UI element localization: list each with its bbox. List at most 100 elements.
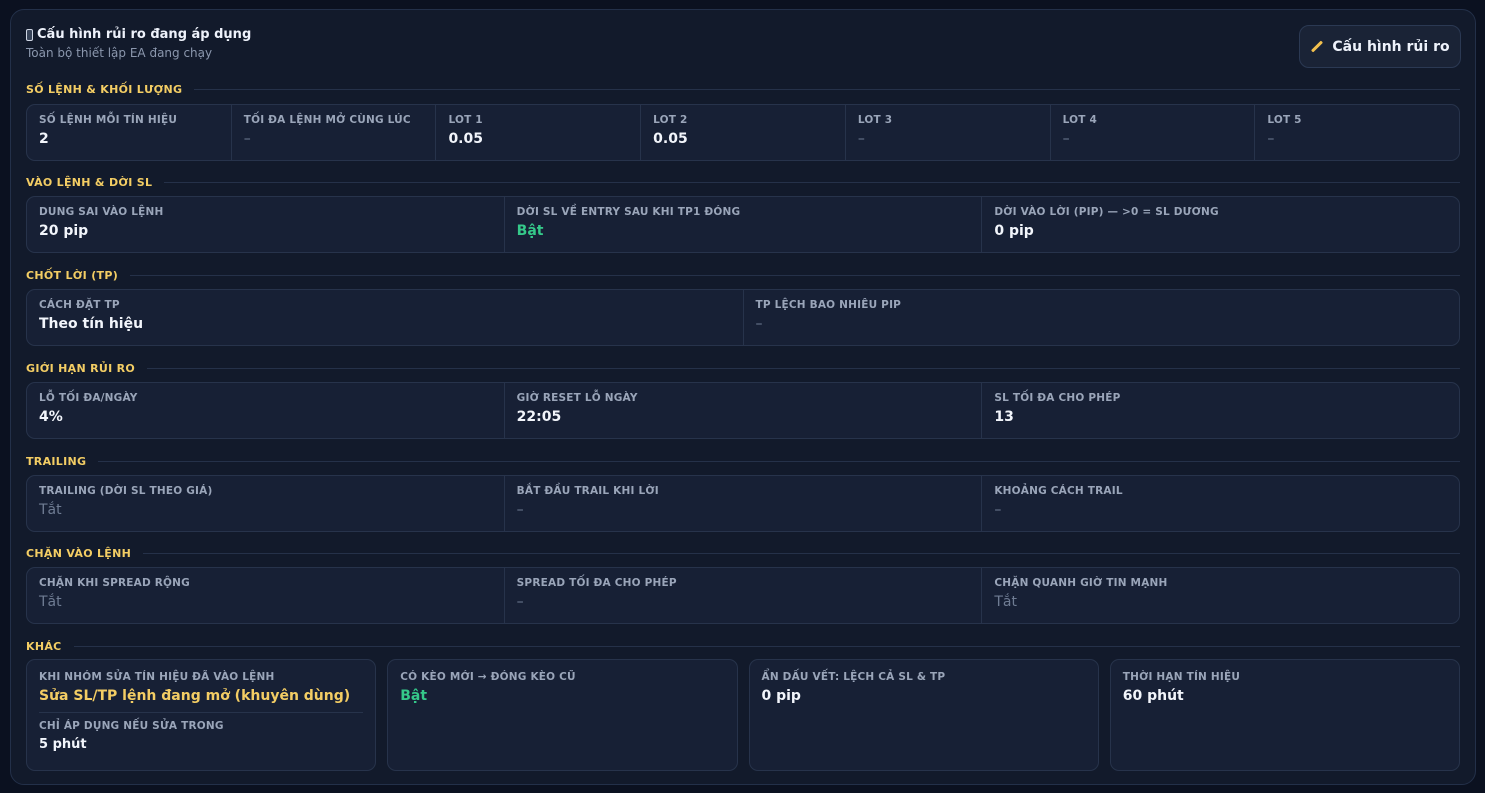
setting-label: TỐI ĐA LỆNH MỞ CÙNG LÚC [243, 114, 411, 126]
trailing-row: TRAILING (DỜI SL THEO GIÁ) Tắt BẮT ĐẦU T… [26, 475, 1460, 532]
setting-lot-4: LOT 4 – [1051, 105, 1256, 160]
setting-move-into-profit: DỜI VÀO LỜI (PIP) — >0 = SL DƯƠNG 0 pip [982, 197, 1459, 252]
section-heading-tp: CHỐT LỜI (TP) [26, 268, 1460, 282]
setting-lot-2: LOT 2 0.05 [641, 105, 846, 160]
setting-value: – [516, 502, 524, 518]
configure-risk-button-label: Cấu hình rủi ro [1332, 38, 1450, 55]
setting-tp-method: CÁCH ĐẶT TP Theo tín hiệu [27, 290, 744, 345]
setting-trail-start: BẮT ĐẦU TRAIL KHI LỜI – [505, 476, 983, 531]
setting-lot-1: LOT 1 0.05 [436, 105, 642, 160]
setting-lot-3: LOT 3 – [846, 105, 1051, 160]
setting-value: 2 [39, 131, 49, 147]
setting-sub-label: CHỈ ÁP DỤNG NẾU SỬA TRONG [39, 720, 224, 732]
setting-block-wide-spread: CHẶN KHI SPREAD RỘNG Tắt [27, 568, 505, 623]
volume-row: SỐ LỆNH MỖI TÍN HIỆU 2 TỐI ĐA LỆNH MỞ CÙ… [26, 104, 1460, 161]
box-divider [39, 712, 364, 713]
section-divider [73, 645, 1460, 647]
setting-value-off: Tắt [39, 502, 62, 518]
setting-value: – [755, 316, 763, 332]
setting-value: 60 phút [1122, 688, 1184, 704]
setting-label: KHI NHÓM SỬA TÍN HIỆU ĐÃ VÀO LỆNH [39, 671, 275, 683]
setting-label: ẨN DẤU VẾT: LỆCH CẢ SL & TP [761, 671, 946, 683]
setting-move-sl-entry: DỜI SL VỀ ENTRY SAU KHI TP1 ĐÓNG Bật [505, 197, 983, 252]
panel-title: Cấu hình rủi ro đang áp dụng [26, 27, 251, 42]
section-heading-risk: GIỚI HẠN RỦI RO [26, 361, 1460, 375]
setting-value: 0.05 [448, 131, 483, 147]
setting-label: LỖ TỐI ĐA/NGÀY [39, 392, 138, 404]
block-row: CHẶN KHI SPREAD RỘNG Tắt SPREAD TỐI ĐA C… [26, 567, 1460, 624]
setting-value: – [857, 131, 865, 147]
setting-label: DỜI VÀO LỜI (PIP) — >0 = SL DƯƠNG [994, 206, 1219, 218]
setting-label: TRAILING (DỜI SL THEO GIÁ) [39, 485, 213, 497]
setting-hide-traces: ẨN DẤU VẾT: LỆCH CẢ SL & TP 0 pip [748, 659, 1099, 771]
setting-value-on: Bật [516, 223, 544, 239]
configure-risk-button[interactable]: Cấu hình rủi ro [1299, 25, 1461, 68]
risk-config-panel: Cấu hình rủi ro đang áp dụng Toàn bộ thi… [10, 9, 1476, 785]
setting-edit-signal: KHI NHÓM SỬA TÍN HIỆU ĐÃ VÀO LỆNH Sửa SL… [26, 659, 377, 771]
section-heading-other: KHÁC [26, 639, 1460, 653]
section-heading-block-text: CHẶN VÀO LỆNH [26, 546, 132, 560]
setting-value-on: Bật [400, 688, 428, 704]
section-heading-trailing: TRAILING [26, 454, 1460, 468]
setting-label: BẮT ĐẦU TRAIL KHI LỜI [516, 485, 659, 497]
section-heading-entry-text: VÀO LỆNH & DỜI SL [26, 175, 153, 189]
panel-title-text: Cấu hình rủi ro đang áp dụng [37, 27, 252, 42]
setting-trailing: TRAILING (DỜI SL THEO GIÁ) Tắt [27, 476, 505, 531]
setting-label: SPREAD TỐI ĐA CHO PHÉP [516, 577, 677, 589]
setting-value: Sửa SL/TP lệnh đang mở (khuyên dùng) [39, 688, 351, 704]
other-settings: KHI NHÓM SỬA TÍN HIỆU ĐÃ VÀO LỆNH Sửa SL… [26, 659, 1460, 771]
risk-row: LỖ TỐI ĐA/NGÀY 4% GIỜ RESET LỖ NGÀY 22:0… [26, 382, 1460, 439]
setting-value: 22:05 [516, 409, 562, 425]
setting-block-news: CHẶN QUANH GIỜ TIN MẠNH Tắt [982, 568, 1459, 623]
section-heading-entry: VÀO LỆNH & DỜI SL [26, 175, 1460, 189]
section-heading-risk-text: GIỚI HẠN RỦI RO [26, 361, 136, 375]
setting-max-sl: SL TỐI ĐA CHO PHÉP 13 [982, 383, 1459, 438]
setting-label: CÓ KÈO MỚI → ĐÓNG KÈO CŨ [400, 671, 576, 683]
pencil-icon [1311, 40, 1324, 53]
setting-value: – [994, 502, 1002, 518]
section-heading-block: CHẶN VÀO LỆNH [26, 546, 1460, 560]
section-divider [164, 181, 1460, 183]
section-divider [147, 367, 1460, 369]
setting-value: – [516, 594, 524, 610]
entry-row: DUNG SAI VÀO LỆNH 20 pip DỜI SL VỀ ENTRY… [26, 196, 1460, 253]
setting-label: CHẶN QUANH GIỜ TIN MẠNH [994, 577, 1168, 589]
setting-value: 13 [994, 409, 1014, 425]
setting-label: THỜI HẠN TÍN HIỆU [1122, 671, 1241, 683]
setting-value: – [1267, 131, 1275, 147]
setting-label: GIỜ RESET LỖ NGÀY [516, 392, 638, 404]
tp-row: CÁCH ĐẶT TP Theo tín hiệu TP LỆCH BAO NH… [26, 289, 1460, 346]
setting-label: TP LỆCH BAO NHIÊU PIP [755, 299, 902, 311]
setting-label: KHOẢNG CÁCH TRAIL [994, 485, 1123, 497]
setting-label: LOT 4 [1062, 114, 1097, 126]
setting-value: – [1062, 131, 1070, 147]
setting-signal-expiry: THỜI HẠN TÍN HIỆU 60 phút [1109, 659, 1460, 771]
setting-new-closes-old: CÓ KÈO MỚI → ĐÓNG KÈO CŨ Bật [387, 659, 738, 771]
setting-entry-tolerance: DUNG SAI VÀO LỆNH 20 pip [27, 197, 505, 252]
setting-trail-distance: KHOẢNG CÁCH TRAIL – [982, 476, 1459, 531]
setting-label: DUNG SAI VÀO LỆNH [39, 206, 164, 218]
section-divider [98, 460, 1460, 462]
setting-daily-reset-time: GIỜ RESET LỖ NGÀY 22:05 [505, 383, 983, 438]
setting-label: LOT 1 [448, 114, 483, 126]
setting-label: CHẶN KHI SPREAD RỘNG [39, 577, 190, 589]
setting-value: 4% [39, 409, 63, 425]
setting-label: DỜI SL VỀ ENTRY SAU KHI TP1 ĐÓNG [516, 206, 741, 218]
setting-value: – [243, 131, 251, 147]
section-divider [130, 274, 1460, 276]
panel-subtitle: Toàn bộ thiết lập EA đang chạy [26, 46, 213, 60]
setting-value: Theo tín hiệu [39, 316, 144, 332]
setting-tp-offset: TP LỆCH BAO NHIÊU PIP – [744, 290, 1460, 345]
setting-max-spread: SPREAD TỐI ĐA CHO PHÉP – [505, 568, 983, 623]
setting-value: 0.05 [653, 131, 688, 147]
setting-value-off: Tắt [39, 594, 62, 610]
setting-label: SỐ LỆNH MỖI TÍN HIỆU [39, 114, 178, 126]
setting-value: 0 pip [994, 223, 1034, 239]
setting-value: 0 pip [761, 688, 801, 704]
setting-max-open-orders: TỐI ĐA LỆNH MỞ CÙNG LÚC – [232, 105, 437, 160]
setting-orders-per-signal: SỐ LỆNH MỖI TÍN HIỆU 2 [27, 105, 232, 160]
setting-label: CÁCH ĐẶT TP [39, 299, 120, 311]
setting-max-daily-loss: LỖ TỐI ĐA/NGÀY 4% [27, 383, 505, 438]
section-heading-volume: SỐ LỆNH & KHỐI LƯỢNG [26, 82, 1460, 96]
setting-sub-value: 5 phút [39, 737, 87, 752]
